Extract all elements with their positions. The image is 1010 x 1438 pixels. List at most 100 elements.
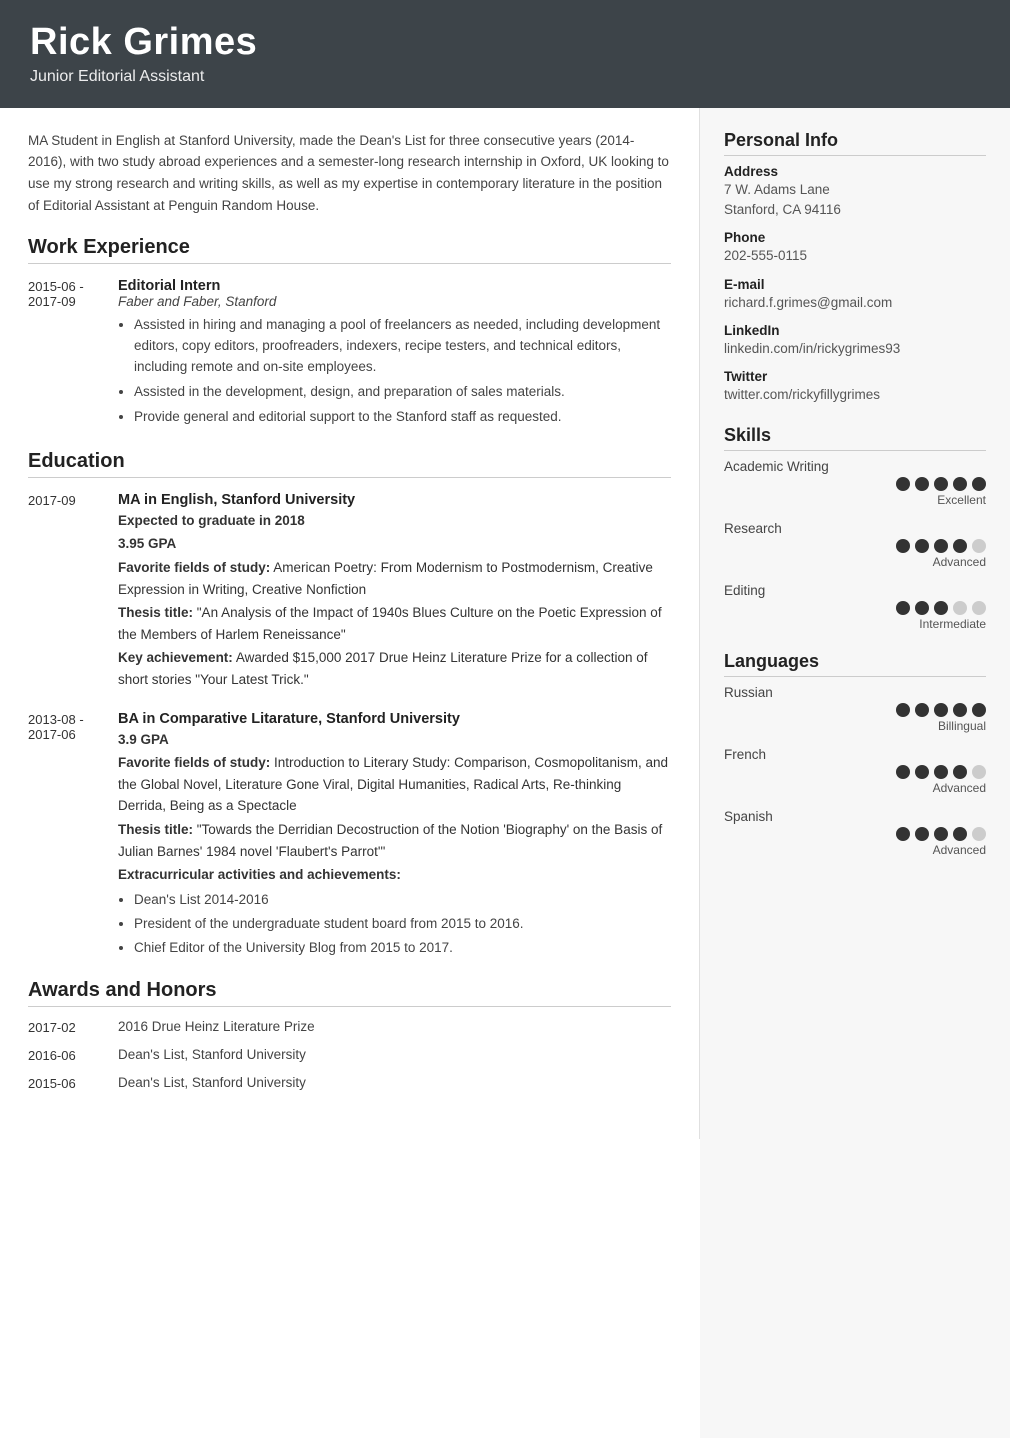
lang-row-2: Spanish Advanced bbox=[724, 809, 986, 857]
skills-section: Skills Academic Writing Excellent Resear… bbox=[724, 425, 986, 631]
edu-bullet-1-2: Chief Editor of the University Blog from… bbox=[134, 938, 671, 959]
body-wrapper: MA Student in English at Stanford Univer… bbox=[0, 108, 1010, 1438]
dot-0-0 bbox=[896, 477, 910, 491]
main-column: MA Student in English at Stanford Univer… bbox=[0, 108, 700, 1140]
languages-title: Languages bbox=[724, 651, 986, 677]
twitter-value: twitter.com/rickyfillygrimes bbox=[724, 385, 986, 405]
lang-dots-0: Billingual bbox=[724, 703, 986, 733]
edu-content-0: MA in English, Stanford University Expec… bbox=[118, 492, 671, 693]
exp-content-0: Editorial Intern Faber and Faber, Stanfo… bbox=[118, 278, 671, 432]
lang-name-2: Spanish bbox=[724, 809, 986, 824]
edu-bullet-1-0: Dean's List 2014-2016 bbox=[134, 890, 671, 911]
header-name: Rick Grimes bbox=[30, 22, 980, 64]
lang-level-1: Advanced bbox=[933, 781, 986, 795]
award-item-2: 2015-06 Dean's List, Stanford University bbox=[28, 1075, 671, 1091]
linkedin-value: linkedin.com/in/rickygrimes93 bbox=[724, 339, 986, 359]
dot-0-3 bbox=[953, 477, 967, 491]
exp-company-0: Faber and Faber, Stanford bbox=[118, 294, 671, 309]
education-title: Education bbox=[28, 450, 671, 478]
address-block: Address 7 W. Adams Lane Stanford, CA 941… bbox=[724, 164, 986, 221]
lang-name-1: French bbox=[724, 747, 986, 762]
lang-dots-1: Advanced bbox=[724, 765, 986, 795]
personal-info-section: Personal Info Address 7 W. Adams Lane St… bbox=[724, 130, 986, 406]
lang-dot-1-4 bbox=[972, 765, 986, 779]
address-label: Address bbox=[724, 164, 986, 179]
dot-1-4 bbox=[972, 539, 986, 553]
lang-dot-0-3 bbox=[953, 703, 967, 717]
exp-bullet-0-0: Assisted in hiring and managing a pool o… bbox=[134, 315, 671, 378]
edu-date-0: 2017-09 bbox=[28, 492, 118, 693]
address-line2: Stanford, CA 94116 bbox=[724, 200, 986, 220]
dot-2-0 bbox=[896, 601, 910, 615]
dot-2-2 bbox=[934, 601, 948, 615]
dot-2-4 bbox=[972, 601, 986, 615]
edu-sub-1-0: 3.9 GPA bbox=[118, 729, 671, 751]
exp-role-0: Editorial Intern bbox=[118, 278, 671, 294]
skill-name-1: Research bbox=[724, 521, 986, 536]
skill-level-0: Excellent bbox=[937, 493, 986, 507]
email-value: richard.f.grimes@gmail.com bbox=[724, 293, 986, 313]
lang-dot-1-2 bbox=[934, 765, 948, 779]
edu-degree-1: BA in Comparative Litarature, Stanford U… bbox=[118, 711, 671, 727]
exp-bullet-0-1: Assisted in the development, design, and… bbox=[134, 382, 671, 403]
edu-sub-1-2: Thesis title: "Towards the Derridian Dec… bbox=[118, 819, 671, 862]
sidebar: Personal Info Address 7 W. Adams Lane St… bbox=[700, 108, 1010, 1438]
edu-bullet-1-1: President of the undergraduate student b… bbox=[134, 914, 671, 935]
dot-1-1 bbox=[915, 539, 929, 553]
dots-container-2 bbox=[896, 601, 986, 615]
dot-1-0 bbox=[896, 539, 910, 553]
skill-row-2: Editing Intermediate bbox=[724, 583, 986, 631]
dots-container-0 bbox=[896, 477, 986, 491]
edu-content-1: BA in Comparative Litarature, Stanford U… bbox=[118, 711, 671, 962]
lang-row-0: Russian Billingual bbox=[724, 685, 986, 733]
dot-1-2 bbox=[934, 539, 948, 553]
email-block: E-mail richard.f.grimes@gmail.com bbox=[724, 277, 986, 313]
linkedin-block: LinkedIn linkedin.com/in/rickygrimes93 bbox=[724, 323, 986, 359]
awards-title: Awards and Honors bbox=[28, 979, 671, 1007]
edu-sub-0-4: Key achievement: Awarded $15,000 2017 Dr… bbox=[118, 647, 671, 690]
dot-1-3 bbox=[953, 539, 967, 553]
education-section: Education 2017-09 MA in English, Stanfor… bbox=[28, 450, 671, 962]
skill-dots-0: Excellent bbox=[724, 477, 986, 507]
twitter-label: Twitter bbox=[724, 369, 986, 384]
edu-item-0: 2017-09 MA in English, Stanford Universi… bbox=[28, 492, 671, 693]
exp-bullet-0-2: Provide general and editorial support to… bbox=[134, 407, 671, 428]
award-item-1: 2016-06 Dean's List, Stanford University bbox=[28, 1047, 671, 1063]
lang-dots-2: Advanced bbox=[724, 827, 986, 857]
dot-2-1 bbox=[915, 601, 929, 615]
header: Rick Grimes Junior Editorial Assistant bbox=[0, 0, 1010, 108]
lang-dots-container-2 bbox=[896, 827, 986, 841]
lang-dot-2-4 bbox=[972, 827, 986, 841]
edu-sub-1-3: Extracurricular activities and achieveme… bbox=[118, 864, 671, 886]
dot-0-4 bbox=[972, 477, 986, 491]
award-text-1: Dean's List, Stanford University bbox=[118, 1047, 306, 1063]
award-date-1: 2016-06 bbox=[28, 1047, 118, 1063]
lang-dot-1-0 bbox=[896, 765, 910, 779]
phone-label: Phone bbox=[724, 230, 986, 245]
twitter-block: Twitter twitter.com/rickyfillygrimes bbox=[724, 369, 986, 405]
exp-bullets-0: Assisted in hiring and managing a pool o… bbox=[118, 315, 671, 428]
skill-level-2: Intermediate bbox=[919, 617, 986, 631]
lang-dots-container-1 bbox=[896, 765, 986, 779]
lang-dot-2-2 bbox=[934, 827, 948, 841]
languages-section: Languages Russian Billingual French bbox=[724, 651, 986, 857]
lang-level-0: Billingual bbox=[938, 719, 986, 733]
work-experience-section: Work Experience 2015-06 -2017-09 Editori… bbox=[28, 236, 671, 432]
skill-level-1: Advanced bbox=[933, 555, 986, 569]
lang-dot-1-1 bbox=[915, 765, 929, 779]
personal-info-title: Personal Info bbox=[724, 130, 986, 156]
exp-item-0: 2015-06 -2017-09 Editorial Intern Faber … bbox=[28, 278, 671, 432]
edu-sub-1-1: Favorite fields of study: Introduction t… bbox=[118, 752, 671, 817]
edu-item-1: 2013-08 -2017-06 BA in Comparative Litar… bbox=[28, 711, 671, 962]
header-title: Junior Editorial Assistant bbox=[30, 68, 980, 86]
work-experience-title: Work Experience bbox=[28, 236, 671, 264]
lang-level-2: Advanced bbox=[933, 843, 986, 857]
exp-date-0: 2015-06 -2017-09 bbox=[28, 278, 118, 432]
skill-dots-2: Intermediate bbox=[724, 601, 986, 631]
skill-name-2: Editing bbox=[724, 583, 986, 598]
award-text-0: 2016 Drue Heinz Literature Prize bbox=[118, 1019, 315, 1035]
phone-block: Phone 202-555-0115 bbox=[724, 230, 986, 266]
edu-bullets-1: Dean's List 2014-2016 President of the u… bbox=[118, 890, 671, 959]
award-item-0: 2017-02 2016 Drue Heinz Literature Prize bbox=[28, 1019, 671, 1035]
edu-sub-0-0: Expected to graduate in 2018 bbox=[118, 510, 671, 532]
